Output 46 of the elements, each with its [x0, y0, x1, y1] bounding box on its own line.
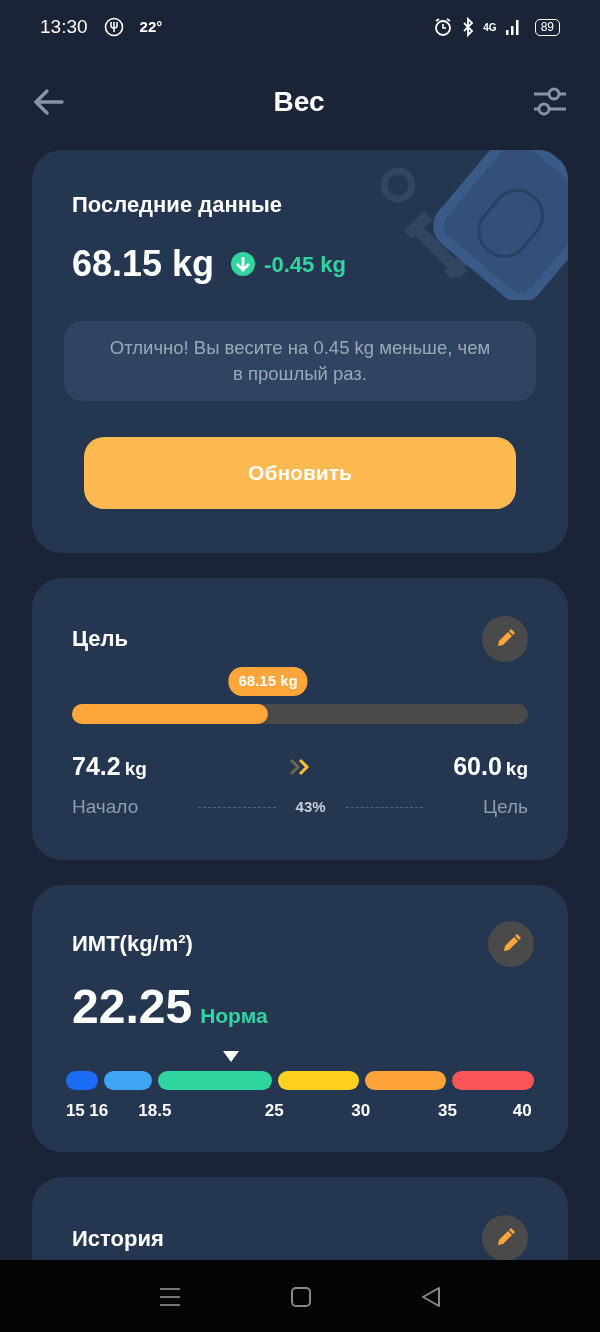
scale-tick: 30 — [351, 1100, 371, 1123]
bmi-value: 22.25 — [72, 982, 193, 1031]
edit-button[interactable] — [482, 1215, 528, 1262]
card-title: Цель — [72, 625, 129, 654]
scale-tick: 18.5 — [138, 1100, 172, 1123]
start-label: Начало — [72, 795, 139, 820]
card-title: Последние данные — [72, 191, 284, 219]
unit-text: kg — [124, 756, 147, 781]
battery-indicator: 89 — [534, 18, 560, 36]
scale-tick: 25 — [264, 1100, 284, 1123]
scale-tick: 16 — [89, 1100, 109, 1123]
scale-tick: 40 — [512, 1100, 532, 1123]
sliders-icon — [532, 87, 568, 117]
edit-button[interactable] — [482, 615, 528, 662]
bluetooth-icon — [461, 17, 476, 37]
home-button[interactable] — [291, 1284, 311, 1308]
back-nav-button[interactable] — [421, 1284, 441, 1308]
home-square-icon — [291, 1286, 311, 1307]
value-tooltip: 68.15 kg — [228, 667, 308, 696]
signal-icon — [504, 18, 521, 36]
alarm-icon — [433, 17, 454, 37]
card-title: История — [72, 1224, 164, 1253]
bmi-category: Норма — [200, 1002, 268, 1029]
target-weight: 60.0 — [453, 750, 502, 782]
start-weight: 74.2 — [72, 750, 121, 782]
pointer-icon — [223, 1051, 240, 1063]
page-title: Вес — [273, 85, 325, 119]
target-label: Цель — [483, 795, 528, 820]
edit-button[interactable] — [488, 920, 534, 967]
card-title: ИМТ(kg/m²) — [72, 930, 193, 959]
unit-text: kg — [505, 756, 528, 781]
temperature-text: 22° — [139, 16, 163, 37]
back-triangle-icon — [421, 1285, 441, 1308]
scale-tick: 35 — [437, 1100, 457, 1123]
back-arrow-icon — [32, 87, 66, 117]
weight-change: -0.45 kg — [264, 250, 347, 279]
double-chevron-icon — [288, 756, 312, 777]
weight-value: 68.15 kg — [72, 242, 215, 286]
fork-icon — [103, 17, 124, 37]
progress-percent: 43% — [295, 797, 326, 818]
message-bubble: Отлично! Вы весите на 0.45 kg меньше, чем в прошлый раз. — [64, 321, 536, 401]
scale-tick: 15 — [65, 1100, 85, 1123]
menu-icon — [159, 1286, 181, 1307]
status-time: 13:30 — [40, 14, 88, 39]
network-text: 4G — [483, 20, 497, 35]
update-button[interactable]: Обновить — [84, 436, 516, 509]
